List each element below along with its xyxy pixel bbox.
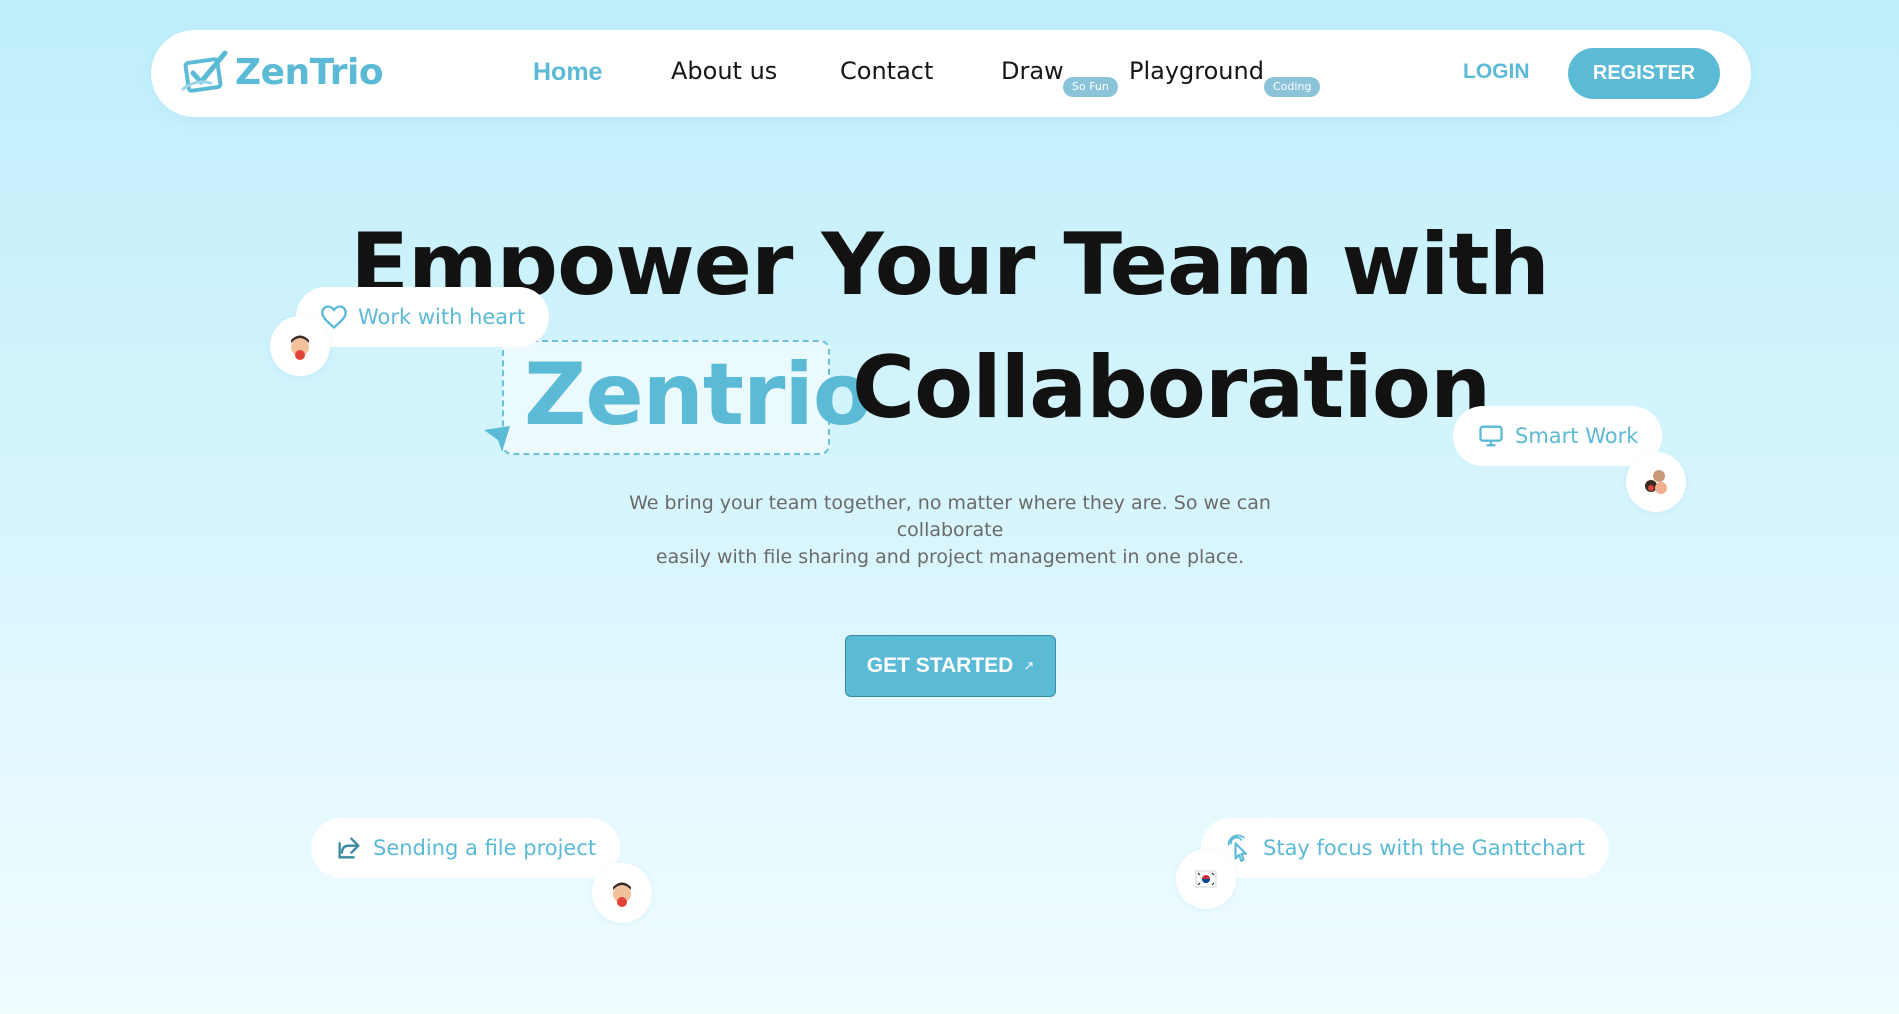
nav-about-us[interactable]: About us: [671, 57, 777, 85]
chip-label: Work with heart: [358, 305, 526, 329]
avatar-memoji-icon: [291, 335, 309, 360]
avatar-memoji-icon: [1645, 470, 1667, 494]
pointer-click-icon: [1227, 834, 1248, 862]
nav-playground[interactable]: Playground: [1129, 57, 1264, 85]
chip-smart-work: Smart Work: [1453, 406, 1663, 466]
badge-so-fun: So Fun: [1063, 77, 1118, 97]
korea-flag-icon: [1195, 870, 1217, 888]
heart-icon: [321, 305, 347, 330]
badge-coding: Coding: [1264, 77, 1321, 97]
chip-sending-file: Sending a file project: [311, 818, 621, 878]
chip-work-with-heart: Work with heart: [296, 287, 550, 347]
hero-title-line2: Collaboration: [852, 338, 1491, 438]
hero-brand-word: Zentrio: [524, 345, 872, 445]
chip-label: Smart Work: [1515, 424, 1639, 448]
avatar-group: [1626, 452, 1686, 512]
monitor-icon: [1479, 425, 1503, 447]
logo-check-icon: [181, 50, 228, 93]
navbar: ZenTrio Home About us Contact Draw So Fu…: [151, 30, 1751, 117]
nav-draw[interactable]: Draw: [1001, 57, 1064, 85]
avatar-memoji-icon: [613, 882, 631, 907]
arrow-up-right-icon: ↗: [1023, 658, 1035, 673]
avatar: [270, 316, 330, 376]
chip-stay-focus: Stay focus with the Ganttchart: [1201, 818, 1610, 878]
avatar: [592, 863, 652, 923]
register-button[interactable]: REGISTER: [1568, 48, 1720, 99]
nav-home[interactable]: Home: [533, 58, 602, 87]
share-icon: [338, 837, 360, 859]
hero-title-line1: Empower Your Team with: [350, 215, 1550, 315]
get-started-button[interactable]: GET STARTED ↗: [845, 635, 1056, 697]
cursor-arrow-icon: [484, 426, 510, 452]
logo-text: ZenTrio: [235, 51, 384, 93]
chip-label: Sending a file project: [373, 836, 597, 860]
hero-subtitle: We bring your team together, no matter w…: [629, 492, 1271, 568]
login-link[interactable]: LOGIN: [1463, 60, 1530, 84]
avatar-flag: [1176, 849, 1236, 909]
nav-contact[interactable]: Contact: [840, 57, 933, 85]
chip-label: Stay focus with the Ganttchart: [1263, 836, 1586, 860]
get-started-label: GET STARTED: [866, 654, 1014, 677]
logo[interactable]: ZenTrio: [181, 49, 384, 95]
